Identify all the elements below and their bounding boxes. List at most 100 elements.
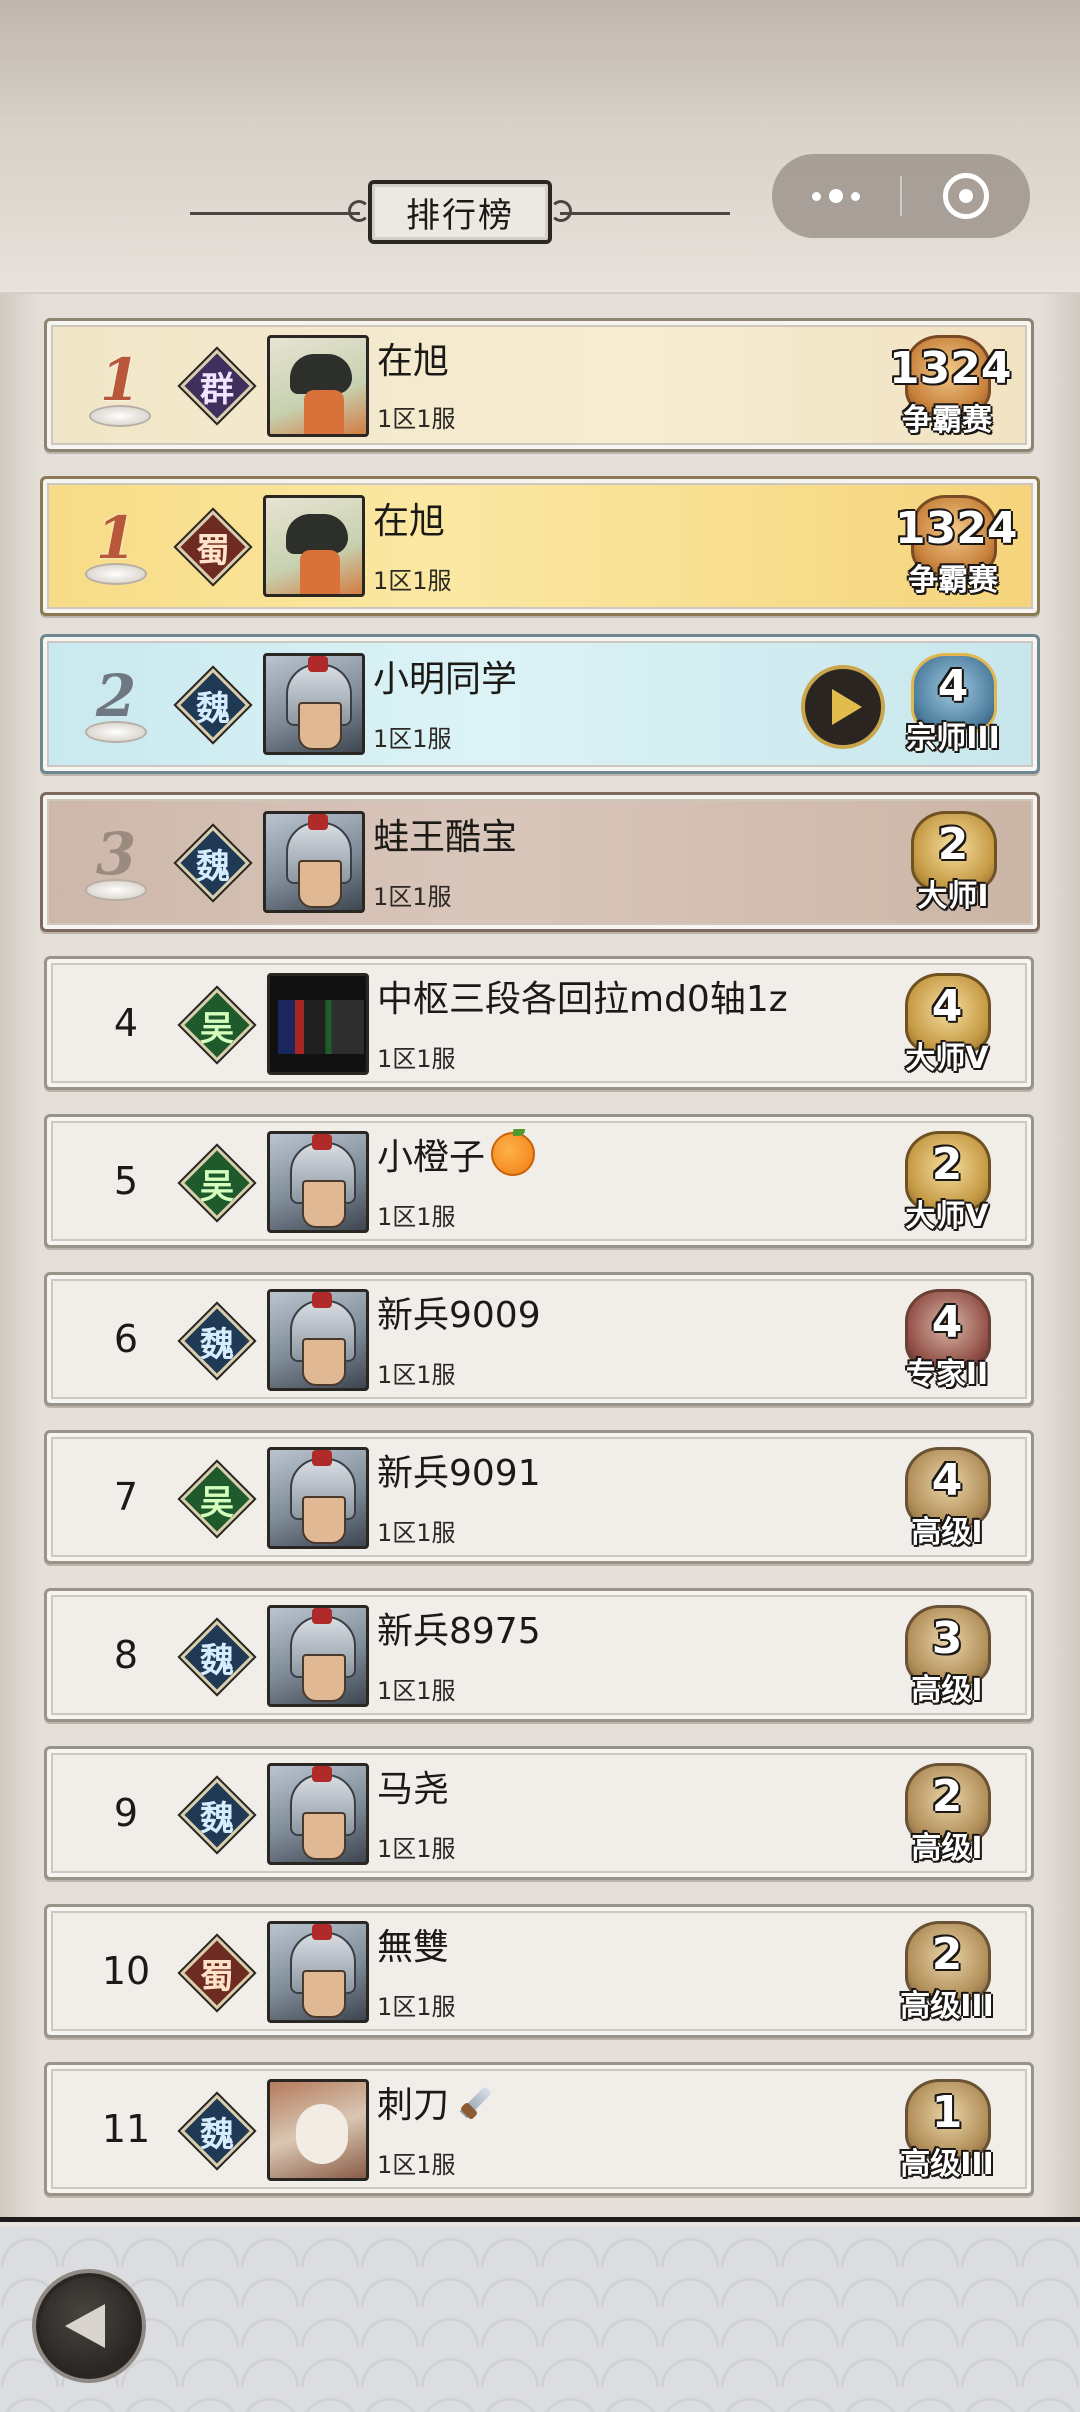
player-name: 中枢三段各回拉md0轴1z [377,979,788,1020]
orange-emoji-icon [491,1129,536,1176]
player-name: 刺刀 [377,2085,450,2126]
faction-badge: 魏 [175,667,251,743]
rank-tier-badge: 4 专家II [889,1283,1005,1401]
avatar[interactable] [267,335,369,437]
leaderboard-list[interactable]: 1 群 在旭 1区1服 1324 争霸赛 1 蜀 在旭 1区1服 1324 争霸… [0,292,1080,2222]
more-dot-icon [812,191,821,201]
title-ornament-left [190,212,360,215]
faction-badge: 吴 [179,1461,255,1537]
leaderboard-row-3[interactable]: 3 魏 蛙王酷宝 1区1服 2 大师I [40,792,1040,932]
rank-medal-first: 1 [71,495,171,595]
player-name-container: 小橙子 [377,1129,847,1179]
player-server: 1区1服 [377,1677,456,1705]
more-dot-icon [829,189,843,203]
avatar[interactable] [267,1605,369,1707]
page-title: 排行榜 [368,180,552,244]
player-name: 蛙王酷宝 [373,817,518,858]
player-name: 小橙子 [377,1137,486,1178]
rank-tier-badge: 2 高级I [889,1757,1005,1875]
rank-tier-badge: 2 高级III [889,1915,1005,2033]
avatar[interactable] [267,1289,369,1391]
rank-number: 5 [113,1159,139,1203]
rank-medal-third: 3 [71,811,171,911]
player-server: 1区1服 [373,567,452,595]
avatar[interactable] [267,1447,369,1549]
rank-tier-badge: 4 宗师III [895,647,1011,765]
player-name: 马尧 [377,1769,450,1810]
footer-bar [0,2227,1080,2412]
title-ornament-right [560,212,730,215]
back-button[interactable] [36,2273,142,2379]
player-server: 1区1服 [377,1361,456,1389]
player-server: 1区1服 [377,1519,456,1547]
player-name: 新兵9091 [377,1453,541,1494]
faction-badge: 魏 [179,1777,255,1853]
player-name: 無雙 [377,1927,450,1968]
more-dot-icon [851,191,860,201]
rank-number: 8 [113,1633,139,1677]
leaderboard-row-11[interactable]: 11 魏 刺刀 1区1服 1 高级III [44,2062,1034,2196]
back-arrow-icon [65,2304,105,2348]
avatar[interactable] [263,653,365,755]
my-rank-row[interactable]: 1 群 在旭 1区1服 1324 争霸赛 [44,318,1034,452]
player-name: 小明同学 [373,659,518,700]
title-swirl-left [348,200,370,222]
avatar[interactable] [267,973,369,1075]
rank-tier-badge: 1324 争霸赛 [889,329,1011,447]
leaderboard-row-9[interactable]: 9 魏 马尧 1区1服 2 高级I [44,1746,1034,1880]
player-server: 1区1服 [377,2151,456,2179]
miniprogram-capsule [772,154,1030,238]
rank-number: 10 [101,1949,151,1993]
faction-badge: 魏 [175,825,251,901]
rank-tier-badge: 1324 争霸赛 [895,489,1017,607]
avatar[interactable] [263,495,365,597]
play-replay-button[interactable] [801,665,885,749]
dagger-emoji-icon [457,2082,507,2122]
leaderboard-row-4[interactable]: 4 吴 中枢三段各回拉md0轴1z 1区1服 4 大师V [44,956,1034,1090]
player-server: 1区1服 [377,1045,456,1073]
player-name-container: 刺刀 [377,2077,847,2127]
faction-badge: 蜀 [175,509,251,585]
player-server: 1区1服 [377,1993,456,2021]
faction-badge: 魏 [179,1303,255,1379]
rank-tier-badge: 2 大师V [889,1125,1005,1243]
play-icon [832,689,862,725]
player-server: 1区1服 [373,725,452,753]
rank-number: 6 [113,1317,139,1361]
rank-medal-first: 1 [75,337,175,437]
player-name: 在旭 [377,341,450,382]
leaderboard-row-8[interactable]: 8 魏 新兵8975 1区1服 3 高级I [44,1588,1034,1722]
rank-number: 4 [113,1001,139,1045]
player-name: 在旭 [373,501,446,542]
avatar[interactable] [263,811,365,913]
faction-badge: 吴 [179,1145,255,1221]
rank-tier-badge: 1 高级III [889,2073,1005,2191]
more-options-button[interactable] [772,154,900,238]
player-server: 1区1服 [377,1835,456,1863]
rank-tier-badge: 2 大师I [895,805,1011,923]
faction-badge: 魏 [179,1619,255,1695]
avatar[interactable] [267,2079,369,2181]
leaderboard-row-10[interactable]: 10 蜀 無雙 1区1服 2 高级III [44,1904,1034,2038]
leaderboard-row-6[interactable]: 6 魏 新兵9009 1区1服 4 专家II [44,1272,1034,1406]
header-background [0,0,1080,290]
rank-tier-badge: 4 高级I [889,1441,1005,1559]
avatar[interactable] [267,1763,369,1865]
faction-badge: 吴 [179,987,255,1063]
leaderboard-row-5[interactable]: 5 吴 小橙子 1区1服 2 大师V [44,1114,1034,1248]
leaderboard-row-1[interactable]: 1 蜀 在旭 1区1服 1324 争霸赛 [40,476,1040,616]
rank-number: 11 [101,2107,151,2151]
leaderboard-row-7[interactable]: 7 吴 新兵9091 1区1服 4 高级I [44,1430,1034,1564]
rank-number: 7 [113,1475,139,1519]
avatar[interactable] [267,1921,369,2023]
leaderboard-row-2[interactable]: 2 魏 小明同学 1区1服 4 宗师III [40,634,1040,774]
faction-badge: 魏 [179,2093,255,2169]
close-miniprogram-button[interactable] [902,154,1030,238]
player-name: 新兵9009 [377,1295,541,1336]
avatar[interactable] [267,1131,369,1233]
rank-tier-badge: 4 大师V [889,967,1005,1085]
player-server: 1区1服 [377,405,456,433]
rank-medal-second: 2 [71,653,171,753]
rank-tier-badge: 3 高级I [889,1599,1005,1717]
target-close-icon [943,173,989,219]
